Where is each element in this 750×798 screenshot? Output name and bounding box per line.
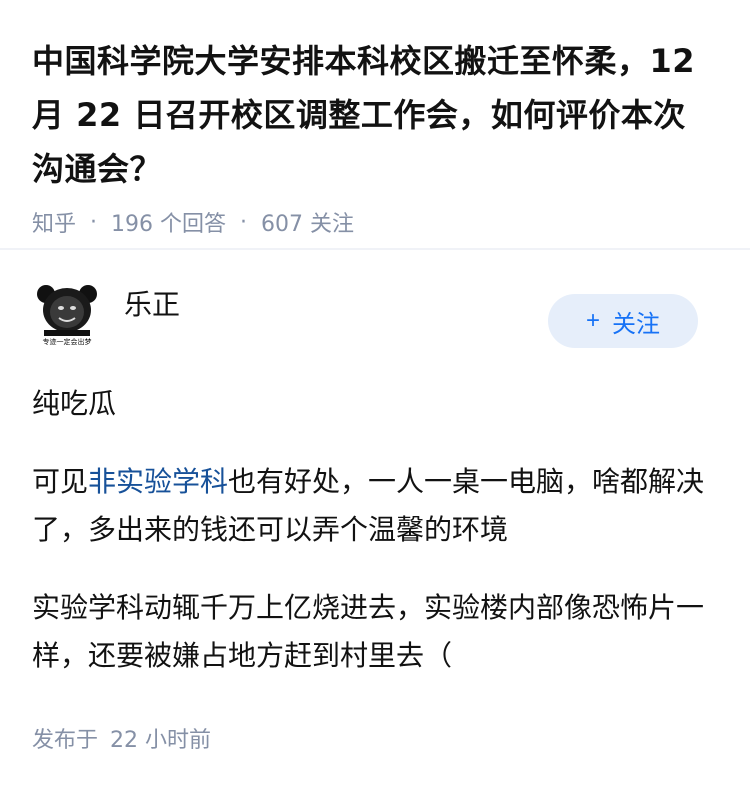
paragraph-3: 实验学科动辄千万上亿烧进去，实验楼内部像恐怖片一样，还要被嫌占地方赶到村里去（ <box>32 591 705 672</box>
publish-meta: 发布于 22 小时前 <box>32 722 718 754</box>
question-title[interactable]: 中国科学院大学安排本科校区搬迁至怀柔，12 月 22 日召开校区调整工作会，如何… <box>32 34 718 196</box>
meta-separator: · <box>240 209 248 235</box>
follow-button[interactable]: + 关注 <box>548 294 698 348</box>
avatar-caption: 专迹一定会出梦 <box>43 337 92 346</box>
plus-icon: + <box>585 307 600 334</box>
answer-card: 专迹一定会出梦 乐正 + 关注 纯吃瓜 可见非实验学科也有好处，一人一桌一电脑，… <box>0 250 750 754</box>
topic-link[interactable]: 非实验学科 <box>88 465 228 498</box>
followers-count[interactable]: 607 关注 <box>261 206 354 238</box>
paragraph-2: 可见非实验学科也有好处，一人一桌一电脑，啥都解决了，多出来的钱还可以弄个温馨的环… <box>32 458 718 554</box>
source-label[interactable]: 知乎 <box>32 206 76 238</box>
answer-content: 纯吃瓜 可见非实验学科也有好处，一人一桌一电脑，啥都解决了，多出来的钱还可以弄个… <box>32 380 718 680</box>
published-time[interactable]: 22 小时前 <box>110 728 211 753</box>
question-meta: 知乎 · 196 个回答 · 607 关注 <box>32 206 718 238</box>
author-name[interactable]: 乐正 <box>124 283 180 323</box>
published-label: 发布于 <box>32 728 99 753</box>
panda-meme-avatar-icon: 专迹一定会出梦 <box>32 280 102 350</box>
answers-count[interactable]: 196 个回答 <box>111 206 226 238</box>
meta-separator: · <box>90 209 98 235</box>
paragraph-1: 纯吃瓜 <box>32 387 117 420</box>
question-header: 中国科学院大学安排本科校区搬迁至怀柔，12 月 22 日召开校区调整工作会，如何… <box>0 0 750 237</box>
avatar[interactable]: 专迹一定会出梦 <box>32 280 102 350</box>
paragraph-2-text-before: 可见 <box>32 465 89 498</box>
author-row: 专迹一定会出梦 乐正 + 关注 <box>32 250 718 370</box>
follow-label: 关注 <box>612 310 660 338</box>
